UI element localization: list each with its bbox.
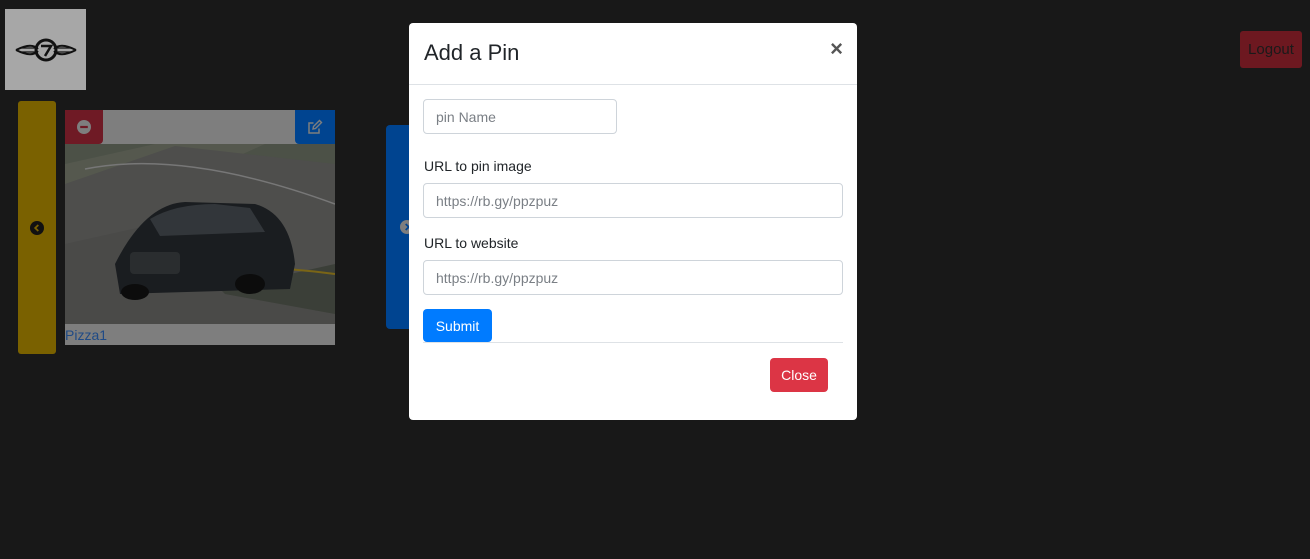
- pin-image: [65, 144, 335, 324]
- close-icon[interactable]: ×: [830, 38, 843, 60]
- logout-button[interactable]: Logout: [1240, 31, 1302, 68]
- modal-title: Add a Pin: [424, 40, 520, 65]
- modal-header: Add a Pin ×: [409, 23, 857, 85]
- add-pin-modal: Add a Pin × URL to pin image URL to webs…: [409, 23, 857, 420]
- edit-icon: [308, 119, 323, 134]
- edit-pin-button[interactable]: [295, 110, 335, 144]
- image-url-label: URL to pin image: [424, 158, 532, 174]
- pin-name-input[interactable]: [423, 99, 617, 134]
- app-logo[interactable]: [5, 9, 86, 90]
- logo-icon: [15, 38, 76, 61]
- pin-title-link[interactable]: Pizza1: [65, 327, 107, 343]
- submit-button[interactable]: Submit: [423, 309, 492, 342]
- close-button[interactable]: Close: [770, 358, 828, 392]
- website-url-input[interactable]: [423, 260, 843, 295]
- footer-divider: [423, 342, 843, 343]
- minus-circle-icon: [77, 120, 91, 134]
- carousel-prev-button[interactable]: [18, 101, 56, 354]
- chevron-left-icon: [30, 220, 44, 235]
- delete-pin-button[interactable]: [65, 110, 103, 144]
- image-url-input[interactable]: [423, 183, 843, 218]
- pin-card[interactable]: Pizza1: [65, 110, 335, 345]
- website-url-label: URL to website: [424, 235, 519, 251]
